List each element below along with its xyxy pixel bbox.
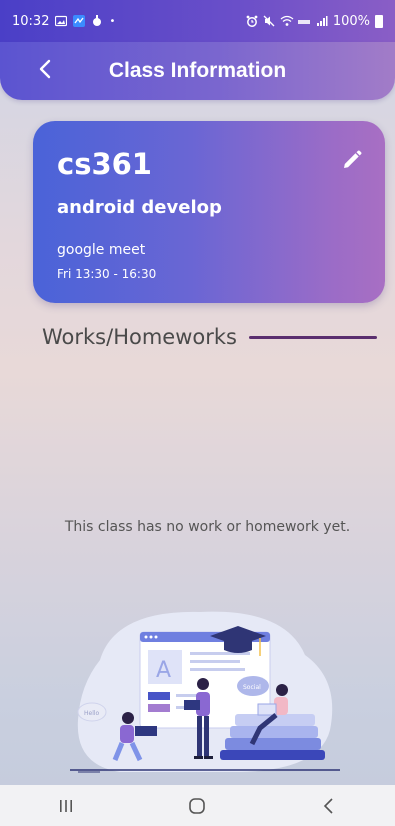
app-notification-icon <box>73 15 86 27</box>
system-nav-bar <box>0 785 395 826</box>
status-time: 10:32 <box>12 13 50 29</box>
chevron-left-icon <box>39 59 51 79</box>
svg-text:Hello: Hello <box>84 710 100 717</box>
section-divider <box>248 335 377 339</box>
class-name: android develop <box>57 197 222 218</box>
home-icon <box>189 797 206 814</box>
empty-state-illustration: A Social Hello <box>60 600 345 778</box>
status-right: 100% <box>246 14 383 29</box>
status-left: 10:32 • <box>12 14 115 29</box>
edit-class-button[interactable] <box>341 149 363 171</box>
status-bar: 10:32 • 100% <box>0 0 395 42</box>
volte-lte-icon <box>297 14 311 28</box>
wifi-icon <box>280 15 294 27</box>
battery-icon <box>375 14 383 28</box>
pencil-icon <box>344 150 362 168</box>
class-code: cs361 <box>57 147 152 181</box>
section-title: Works/Homeworks <box>42 325 237 349</box>
svg-text:Social: Social <box>243 684 261 691</box>
class-info-card: cs361 android develop google meet Fri 13… <box>33 121 385 303</box>
home-button[interactable] <box>177 791 217 821</box>
recents-icon <box>59 799 72 812</box>
app-bar: Class Information <box>0 42 395 100</box>
students-learning-illustration: A Social Hello <box>70 611 340 773</box>
gallery-notification-icon <box>55 15 68 27</box>
page-title: Class Information <box>108 59 287 82</box>
class-schedule: Fri 13:30 - 16:30 <box>57 267 157 281</box>
empty-state-message: This class has no work or homework yet. <box>64 519 351 535</box>
recents-button[interactable] <box>46 791 86 821</box>
back-icon <box>324 797 333 814</box>
download-notification-icon <box>91 15 103 27</box>
system-back-button[interactable] <box>309 791 349 821</box>
battery-percent: 100% <box>332 13 370 29</box>
mute-icon <box>263 15 275 27</box>
works-section-header: Works/Homeworks <box>42 325 377 349</box>
more-notifications-dot: • <box>109 15 116 27</box>
class-platform: google meet <box>57 242 146 258</box>
svg-text:A: A <box>156 658 171 683</box>
back-button[interactable] <box>30 54 60 84</box>
alarm-icon <box>246 15 258 27</box>
signal-icon <box>316 15 328 27</box>
